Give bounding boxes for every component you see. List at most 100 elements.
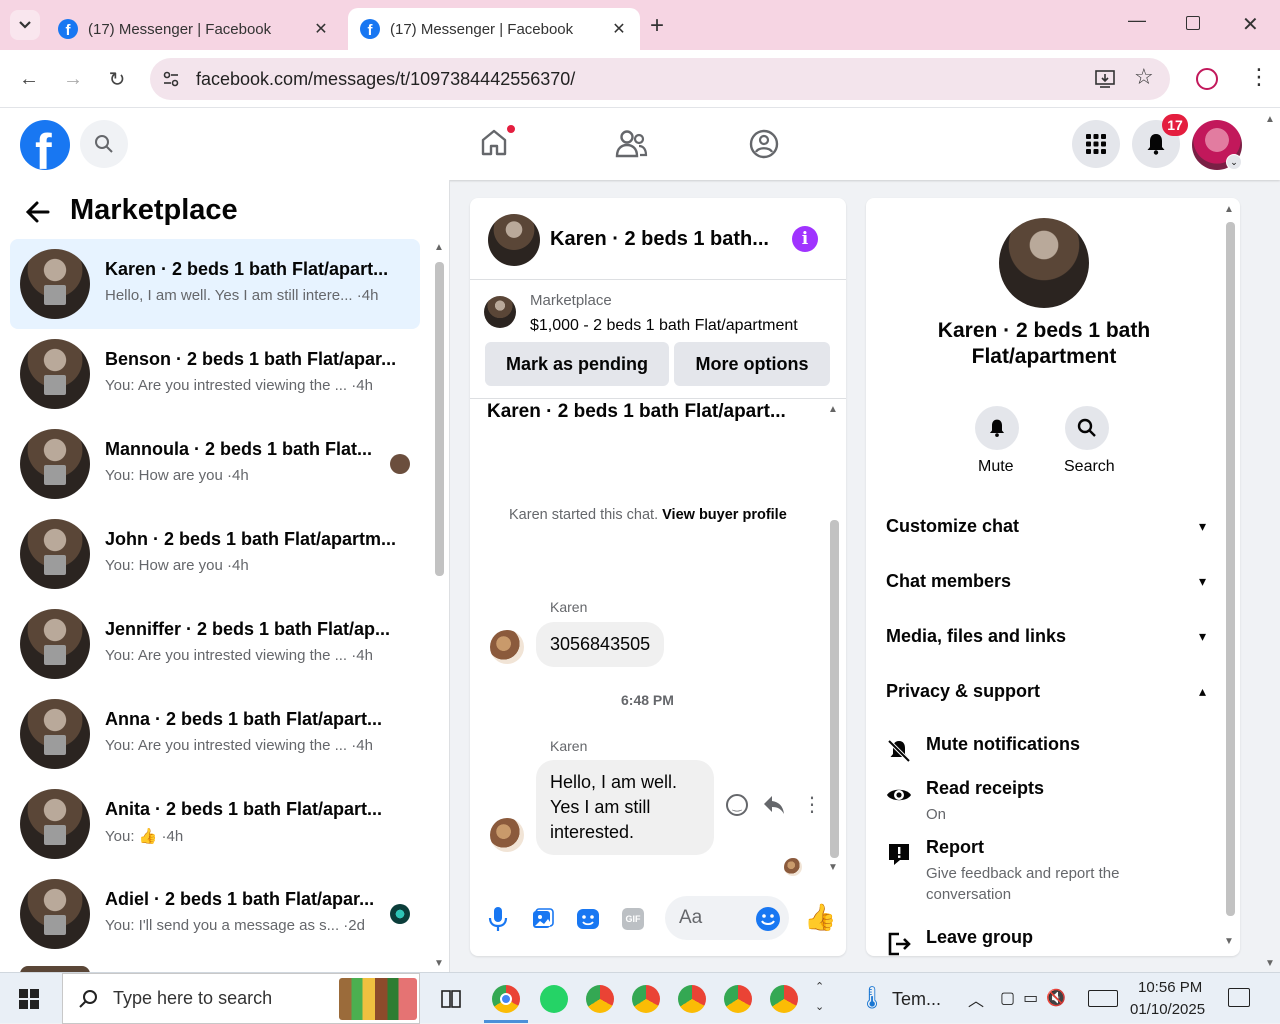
home-nav-button[interactable]	[478, 124, 516, 164]
chrome-profile-icon[interactable]	[770, 985, 798, 1013]
conversation-item[interactable]: Anna · 2 beds 1 bath Flat/apart... You: …	[10, 689, 420, 779]
window-close-button[interactable]: ✕	[1242, 12, 1259, 37]
conversation-item[interactable]: Jenniffer · 2 beds 1 bath Flat/ap... You…	[10, 599, 420, 689]
message-input[interactable]: Aa	[665, 896, 789, 940]
tab-search-button[interactable]	[10, 10, 40, 40]
message-bubble[interactable]: Hello, I am well. Yes I am still interes…	[536, 760, 714, 855]
search-conversation-button[interactable]	[1065, 406, 1109, 450]
chat-scrollbar[interactable]	[830, 520, 839, 858]
chrome-profile-icon[interactable]	[586, 985, 614, 1013]
list-scrollbar[interactable]	[435, 262, 444, 576]
react-emoji-icon[interactable]: ‿	[726, 794, 748, 816]
info-scrollbar[interactable]	[1226, 222, 1235, 916]
emoji-icon[interactable]	[755, 906, 781, 932]
weather-text[interactable]: Tem...	[892, 989, 941, 1010]
report-item[interactable]: Report Give feedback and report the conv…	[886, 837, 1206, 907]
conversation-item[interactable]: John · 2 beds 1 bath Flat/apartm... You:…	[10, 509, 420, 599]
listing-detail[interactable]: $1,000 - 2 beds 1 bath Flat/apartment	[530, 317, 798, 335]
message-bubble[interactable]: 3056843505	[536, 622, 665, 667]
scroll-down-arrow[interactable]: ▼	[1224, 936, 1234, 947]
sticker-icon[interactable]	[576, 908, 600, 930]
info-icon[interactable]: i	[792, 226, 818, 252]
sender-avatar[interactable]	[490, 630, 524, 664]
bookmark-star-icon[interactable]: ☆	[1134, 64, 1154, 90]
chevron-up-icon[interactable]: ︿	[968, 987, 984, 1011]
more-options-button[interactable]: More options	[674, 342, 830, 386]
page-scroll-up-arrow[interactable]: ▲	[1265, 114, 1275, 125]
microphone-icon[interactable]	[488, 906, 508, 932]
address-bar[interactable]: facebook.com/messages/t/1097384442556370…	[150, 58, 1170, 100]
taskbar-search[interactable]: Type here to search	[62, 973, 420, 1024]
clock-time[interactable]: 10:56 PM	[1138, 979, 1202, 996]
scroll-down-arrow[interactable]: ▼	[434, 958, 444, 969]
listing-thumbnail[interactable]	[484, 296, 516, 328]
page-scroll-down-arrow[interactable]: ▼	[1265, 958, 1275, 969]
chrome-profile-icon[interactable]	[678, 985, 706, 1013]
browser-menu-icon[interactable]: ⋮	[1248, 64, 1270, 90]
account-avatar[interactable]: ⌄	[1192, 120, 1242, 170]
like-thumbs-up-icon[interactable]: 👍	[804, 902, 836, 933]
mute-button[interactable]	[975, 406, 1019, 450]
photo-icon[interactable]	[532, 908, 554, 930]
conversation-name: Anita · 2 beds 1 bath Flat/apart...	[105, 799, 383, 819]
browser-tab-2[interactable]: f (17) Messenger | Facebook ✕	[348, 8, 640, 50]
groups-nav-button[interactable]	[748, 128, 780, 165]
keyboard-icon[interactable]	[1088, 990, 1118, 1007]
scroll-up-arrow[interactable]: ▲	[434, 242, 444, 253]
friends-nav-button[interactable]	[614, 128, 648, 165]
conversation-item[interactable]: Anita · 2 beds 1 bath Flat/apart... You:…	[10, 779, 420, 869]
scroll-up-arrow[interactable]: ▲	[1224, 204, 1234, 215]
task-view-icon[interactable]	[440, 988, 462, 1010]
conversation-item[interactable]: Benson · 2 beds 1 bath Flat/apar... You:…	[10, 329, 420, 419]
clock-date[interactable]: 01/10/2025	[1130, 1001, 1205, 1018]
restore-button[interactable]	[1186, 16, 1200, 30]
facebook-logo-icon[interactable]: f	[20, 120, 70, 170]
more-actions-icon[interactable]: ⋮	[802, 792, 822, 817]
whatsapp-icon[interactable]	[540, 985, 568, 1013]
close-icon[interactable]: ✕	[610, 19, 628, 39]
chrome-icon[interactable]	[492, 985, 520, 1013]
weather-thermometer-icon[interactable]: 🌡	[858, 985, 886, 1011]
close-icon[interactable]: ✕	[312, 19, 330, 39]
view-buyer-profile-link[interactable]: View buyer profile	[662, 507, 787, 523]
conversation-item[interactable]: Adiel · 2 beds 1 bath Flat/apar... You: …	[10, 869, 420, 959]
sender-avatar[interactable]	[490, 818, 524, 852]
reload-button[interactable]: ↻	[102, 64, 132, 94]
notification-center-icon[interactable]	[1228, 988, 1250, 1007]
conversation-item[interactable]: Mannoula · 2 beds 1 bath Flat... You: Ho…	[10, 419, 420, 509]
customize-chat-section[interactable]: Customize chat ▾	[886, 506, 1206, 546]
conversation-item[interactable]: Karen · 2 beds 1 bath Flat/apart... Hell…	[10, 239, 420, 329]
avatar	[20, 699, 90, 769]
mute-notifications-item[interactable]: Mute notifications	[886, 734, 1206, 768]
back-arrow-icon[interactable]	[24, 198, 52, 231]
system-tray-icons[interactable]: ▢▭🔇	[1000, 988, 1074, 1008]
taskbar-scroll-icon[interactable]: ⌃ ⌄	[815, 977, 824, 1017]
mark-pending-button[interactable]: Mark as pending	[485, 342, 669, 386]
menu-button[interactable]	[1072, 120, 1120, 168]
windows-start-icon[interactable]	[19, 989, 39, 1009]
forward-button[interactable]: →	[58, 64, 88, 94]
site-settings-icon[interactable]	[162, 70, 180, 88]
reply-icon[interactable]	[762, 794, 786, 816]
search-button[interactable]	[80, 120, 128, 168]
media-files-links-section[interactable]: Media, files and links ▾	[886, 616, 1206, 656]
leave-group-item[interactable]: Leave group	[886, 927, 1206, 956]
info-avatar[interactable]	[999, 218, 1089, 308]
notifications-button[interactable]: 17	[1132, 114, 1188, 168]
chrome-profile-icon[interactable]	[632, 985, 660, 1013]
browser-tab-1[interactable]: f (17) Messenger | Facebook ✕	[46, 8, 342, 50]
back-button[interactable]: ←	[14, 64, 44, 94]
chat-title[interactable]: Karen · 2 beds 1 bath...	[550, 228, 769, 251]
profile-icon[interactable]	[1196, 68, 1218, 90]
scroll-up-arrow[interactable]: ▲	[828, 404, 838, 415]
install-app-icon[interactable]	[1094, 68, 1116, 90]
gif-icon[interactable]: GIF	[622, 908, 644, 930]
new-tab-button[interactable]: +	[650, 12, 664, 40]
avatar[interactable]	[488, 214, 540, 266]
read-receipts-item[interactable]: Read receipts On	[886, 778, 1206, 828]
chat-members-section[interactable]: Chat members ▾	[886, 561, 1206, 601]
chrome-profile-icon[interactable]	[724, 985, 752, 1013]
privacy-support-section[interactable]: Privacy & support ▴	[886, 671, 1206, 711]
minimize-button[interactable]: —	[1128, 10, 1146, 31]
scroll-down-arrow[interactable]: ▼	[828, 862, 838, 873]
